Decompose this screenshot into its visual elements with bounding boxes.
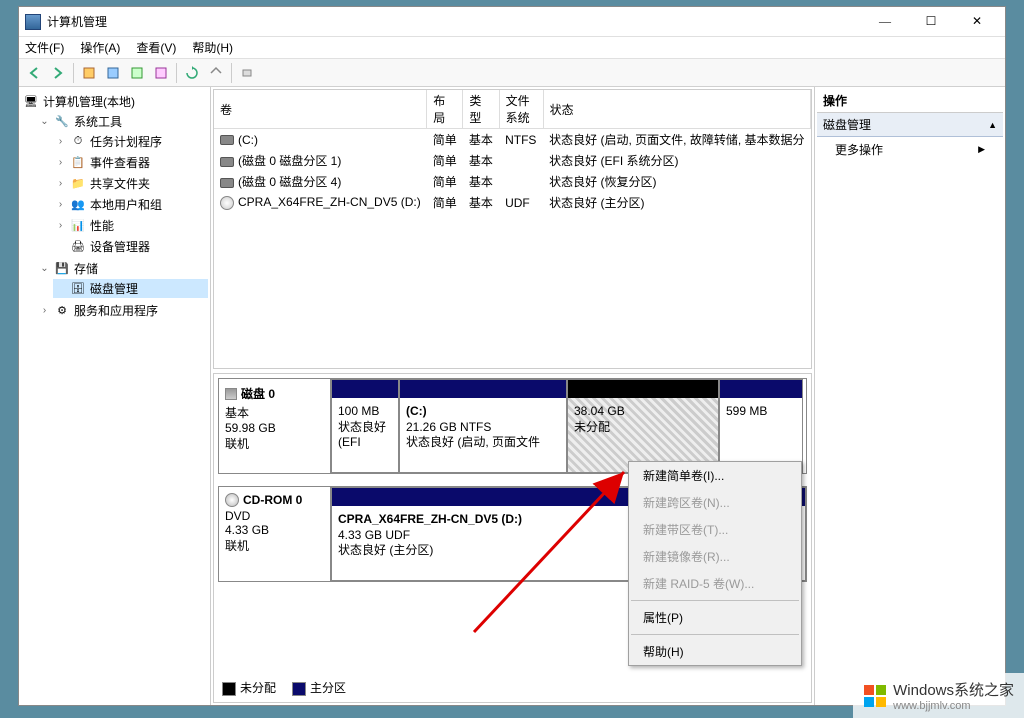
toolbar: [19, 59, 1005, 87]
volume-list[interactable]: 卷 布局 类型 文件系统 状态 (C:)简单基本NTFS状态良好 (启动, 页面…: [213, 89, 812, 369]
col-type[interactable]: 类型: [463, 90, 499, 129]
legend-swatch-unallocated: [222, 682, 236, 696]
menu-help[interactable]: 帮助(H): [192, 39, 233, 56]
windows-logo-icon: [863, 684, 887, 708]
menu-new-mirrored-volume: 新建镜像卷(R)...: [629, 543, 801, 570]
minimize-button[interactable]: —: [863, 8, 907, 36]
watermark: Windows系统之家 www.bjjmlv.com: [853, 673, 1024, 718]
tree-system-tools[interactable]: ⌄🔧系统工具: [37, 112, 208, 131]
menubar: 文件(F) 操作(A) 查看(V) 帮助(H): [19, 37, 1005, 59]
view-button[interactable]: [126, 62, 148, 84]
tree-performance[interactable]: ›📊性能: [53, 216, 208, 235]
cdrom-icon: [225, 493, 239, 507]
menu-help[interactable]: 帮助(H): [629, 638, 801, 665]
tree-task-scheduler[interactable]: ›⏱任务计划程序: [53, 132, 208, 151]
chevron-right-icon: ▶: [978, 144, 985, 155]
tree-root[interactable]: 🖥计算机管理(本地): [21, 92, 208, 111]
col-status[interactable]: 状态: [543, 90, 810, 129]
titlebar: 计算机管理 — ☐ ✕: [19, 7, 1005, 37]
menu-new-simple-volume[interactable]: 新建简单卷(I)...: [629, 462, 801, 489]
refresh-button[interactable]: [181, 62, 203, 84]
back-button[interactable]: [23, 62, 45, 84]
actions-header: 操作: [817, 89, 1003, 113]
disk-partition[interactable]: 38.04 GB未分配: [567, 379, 719, 473]
col-volume[interactable]: 卷: [214, 90, 427, 129]
volume-row[interactable]: (磁盘 0 磁盘分区 4)简单基本状态良好 (恢复分区): [214, 171, 811, 192]
menu-properties[interactable]: 属性(P): [629, 604, 801, 631]
cdrom-0-header[interactable]: CD-ROM 0 DVD 4.33 GB 联机: [219, 487, 331, 581]
disk-0-header[interactable]: 磁盘 0 基本 59.98 GB 联机: [219, 379, 331, 473]
disk-partition[interactable]: 599 MB: [719, 379, 803, 473]
disk-icon: [225, 388, 237, 400]
close-button[interactable]: ✕: [955, 8, 999, 36]
misc-button[interactable]: [236, 62, 258, 84]
volume-row[interactable]: (磁盘 0 磁盘分区 1)简单基本状态良好 (EFI 系统分区): [214, 150, 811, 171]
volume-row[interactable]: CPRA_X64FRE_ZH-CN_DV5 (D:)简单基本UDF状态良好 (主…: [214, 192, 811, 213]
actions-pane: 操作 磁盘管理 ▲ 更多操作 ▶: [815, 87, 1005, 705]
col-fs[interactable]: 文件系统: [499, 90, 543, 129]
tree-services[interactable]: ›⚙服务和应用程序: [37, 301, 208, 320]
tree-device-manager[interactable]: 🖨设备管理器: [53, 237, 208, 256]
maximize-button[interactable]: ☐: [909, 8, 953, 36]
up-button[interactable]: [78, 62, 100, 84]
window-title: 计算机管理: [47, 13, 863, 30]
menu-new-striped-volume: 新建带区卷(T)...: [629, 516, 801, 543]
action-more[interactable]: 更多操作 ▶: [817, 137, 1003, 162]
watermark-url: www.bjjmlv.com: [893, 700, 1014, 712]
volume-row[interactable]: (C:)简单基本NTFS状态良好 (启动, 页面文件, 故障转储, 基本数据分: [214, 129, 811, 151]
menu-file[interactable]: 文件(F): [25, 39, 64, 56]
navigation-tree[interactable]: 🖥计算机管理(本地) ⌄🔧系统工具 ›⏱任务计划程序 ›📋事件查看器 ›📁共享文…: [19, 87, 211, 705]
legend-swatch-primary: [292, 682, 306, 696]
disk-partition[interactable]: 100 MB状态良好 (EFI: [331, 379, 399, 473]
section-collapse-icon[interactable]: ▲: [988, 120, 997, 130]
tree-shared-folders[interactable]: ›📁共享文件夹: [53, 174, 208, 193]
menu-new-raid5-volume: 新建 RAID-5 卷(W)...: [629, 570, 801, 597]
app-icon: [25, 14, 41, 30]
actions-section[interactable]: 磁盘管理 ▲: [817, 113, 1003, 137]
disk-0-row[interactable]: 磁盘 0 基本 59.98 GB 联机 100 MB状态良好 (EFI(C:)2…: [218, 378, 807, 474]
menu-view[interactable]: 查看(V): [136, 39, 176, 56]
tree-disk-management[interactable]: 🗄磁盘管理: [53, 279, 208, 298]
menu-new-spanned-volume: 新建跨区卷(N)...: [629, 489, 801, 516]
properties-button[interactable]: [102, 62, 124, 84]
watermark-title: Windows系统之家: [893, 679, 1014, 700]
menu-action[interactable]: 操作(A): [80, 39, 120, 56]
computer-management-window: 计算机管理 — ☐ ✕ 文件(F) 操作(A) 查看(V) 帮助(H) 🖥计算机…: [18, 6, 1006, 706]
tree-event-viewer[interactable]: ›📋事件查看器: [53, 153, 208, 172]
legend: 未分配 主分区: [222, 679, 346, 696]
context-menu: 新建简单卷(I)... 新建跨区卷(N)... 新建带区卷(T)... 新建镜像…: [628, 461, 802, 666]
forward-button[interactable]: [47, 62, 69, 84]
rescan-button[interactable]: [205, 62, 227, 84]
tree-storage[interactable]: ⌄💾存储: [37, 259, 208, 278]
disk-partition[interactable]: (C:)21.26 GB NTFS状态良好 (启动, 页面文件: [399, 379, 567, 473]
col-layout[interactable]: 布局: [427, 90, 463, 129]
tree-local-users[interactable]: ›👥本地用户和组: [53, 195, 208, 214]
help-button[interactable]: [150, 62, 172, 84]
